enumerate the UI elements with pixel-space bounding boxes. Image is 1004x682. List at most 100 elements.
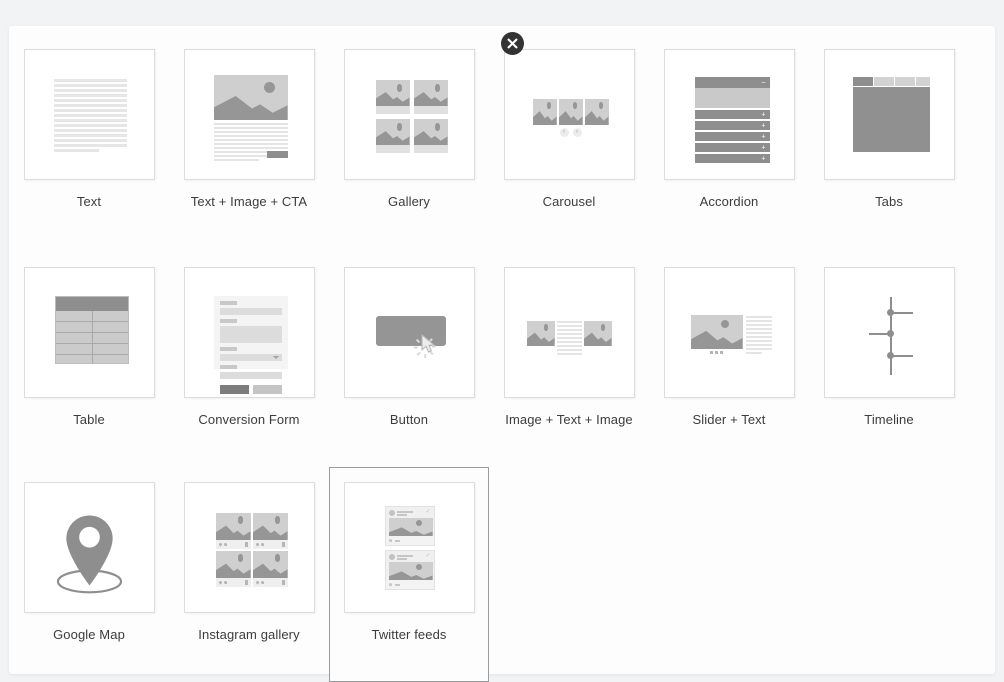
block-option-carousel[interactable]: ‹ › Carousel [489, 34, 649, 252]
block-option-image-text-image[interactable]: Image + Text + Image [489, 252, 649, 467]
text-lines [745, 316, 772, 356]
accordion-open-header: – [694, 77, 770, 88]
tweet-actions [385, 536, 434, 545]
accordion-closed-header: + [694, 154, 770, 163]
close-icon[interactable] [501, 32, 524, 55]
block-option-label: Text + Image + CTA [190, 194, 308, 209]
block-option-gallery[interactable]: Gallery [329, 34, 489, 252]
accordion-minus-icon: – [761, 79, 766, 86]
thumbnail-text [23, 49, 155, 180]
tweet-card: ✓ [384, 550, 435, 590]
block-option-conversion-form[interactable]: Conversion Form [169, 252, 329, 467]
block-option-text-image-cta[interactable]: Text + Image + CTA [169, 34, 329, 252]
thumbnail-timeline [823, 267, 955, 398]
image-placeholder [213, 75, 288, 120]
thumbnail-twitter-feeds: ✓ ✓ [343, 482, 475, 613]
block-option-instagram-gallery[interactable]: Instagram gallery [169, 467, 329, 682]
accordion-closed-header: + [694, 110, 770, 119]
timeline-arm [890, 355, 913, 357]
block-option-timeline[interactable]: Timeline [809, 252, 969, 467]
block-option-label: Slider + Text [692, 412, 766, 427]
slider-dots-icon [709, 351, 723, 354]
block-option-accordion[interactable]: – + + + + + Accordion [649, 34, 809, 252]
tweet-card: ✓ [384, 506, 435, 546]
instagram-tile [252, 551, 288, 587]
block-option-google-map[interactable]: Google Map [9, 467, 169, 682]
close-glyph [507, 38, 518, 49]
tab-content-panel [852, 87, 930, 152]
block-option-table[interactable]: Table [9, 252, 169, 467]
instagram-tile [215, 551, 251, 587]
block-option-twitter-feeds[interactable]: ✓ ✓ Twitter feeds [329, 467, 489, 682]
thumbnail-google-map [23, 482, 155, 613]
tab-shape [873, 77, 894, 86]
text-lines [53, 79, 127, 154]
accordion-closed-header: + [694, 143, 770, 152]
gallery-tile [413, 119, 448, 153]
thumbnail-slider-text [663, 267, 795, 398]
form-secondary-shape [252, 385, 282, 394]
gallery-tile [413, 80, 448, 114]
cursor-pointer-icon [420, 334, 435, 353]
carousel-slide [558, 99, 583, 125]
block-option-label: Tabs [875, 194, 903, 209]
twitter-bird-icon: ✓ [425, 509, 431, 515]
grid-row: Text Text + Image + CTA Gallery ‹ › Caro… [9, 34, 995, 252]
timeline-node [886, 330, 894, 337]
image-placeholder [583, 321, 612, 346]
block-picker-dialog: Text Text + Image + CTA Gallery ‹ › Caro… [9, 26, 995, 682]
block-option-label: Twitter feeds [371, 627, 447, 642]
accordion-plus-icon: + [761, 144, 766, 151]
gallery-tile [375, 119, 410, 153]
timeline-arm [890, 312, 913, 314]
accordion-closed-header: + [694, 132, 770, 141]
timeline-node [886, 309, 894, 316]
block-option-label: Table [73, 412, 105, 427]
tab-shape [894, 77, 915, 86]
carousel-prev-icon: ‹ [559, 128, 569, 137]
thumbnail-table [23, 267, 155, 398]
block-option-label: Instagram gallery [198, 627, 300, 642]
thumbnail-text-image-cta [183, 49, 315, 180]
thumbnail-tabs [823, 49, 955, 180]
accordion-plus-icon: + [761, 122, 766, 129]
instagram-actions [215, 578, 251, 587]
form-shape [213, 296, 288, 394]
instagram-tile [215, 513, 251, 549]
block-option-label: Conversion Form [198, 412, 300, 427]
instagram-actions [252, 578, 288, 587]
block-option-tabs[interactable]: Tabs [809, 34, 969, 252]
instagram-actions [252, 540, 288, 549]
tab-shape [852, 77, 873, 86]
image-placeholder [526, 321, 555, 346]
select-caret-icon [272, 356, 279, 359]
block-option-label: Text [76, 194, 102, 209]
gallery-tile [375, 80, 410, 114]
cta-button-shape [266, 151, 288, 158]
block-option-label: Button [389, 412, 429, 427]
thumbnail-accordion: – + + + + + [663, 49, 795, 180]
instagram-actions [215, 540, 251, 549]
table-body [55, 311, 128, 363]
twitter-bird-icon: ✓ [425, 553, 431, 559]
block-option-slider-text[interactable]: Slider + Text [649, 252, 809, 467]
accordion-plus-icon: + [761, 155, 766, 162]
block-option-label: Timeline [864, 412, 914, 427]
block-option-text[interactable]: Text [9, 34, 169, 252]
map-pin-icon [56, 515, 122, 594]
text-lines [556, 321, 582, 357]
block-option-label: Carousel [542, 194, 596, 209]
grid-row: Google Map Instagram gallery ✓ ✓ Twitter… [9, 467, 995, 682]
tweet-actions [385, 580, 434, 589]
timeline-node [886, 352, 894, 359]
block-option-button[interactable]: Button [329, 252, 489, 467]
carousel-slide [584, 99, 609, 125]
thumbnail-gallery [343, 49, 475, 180]
table-header-row [55, 297, 128, 311]
accordion-plus-icon: + [761, 111, 766, 118]
block-option-label: Accordion [699, 194, 759, 209]
thumbnail-button [343, 267, 475, 398]
thumbnail-carousel: ‹ › [503, 49, 635, 180]
slider-image [690, 315, 743, 349]
thumbnail-image-text-image [503, 267, 635, 398]
